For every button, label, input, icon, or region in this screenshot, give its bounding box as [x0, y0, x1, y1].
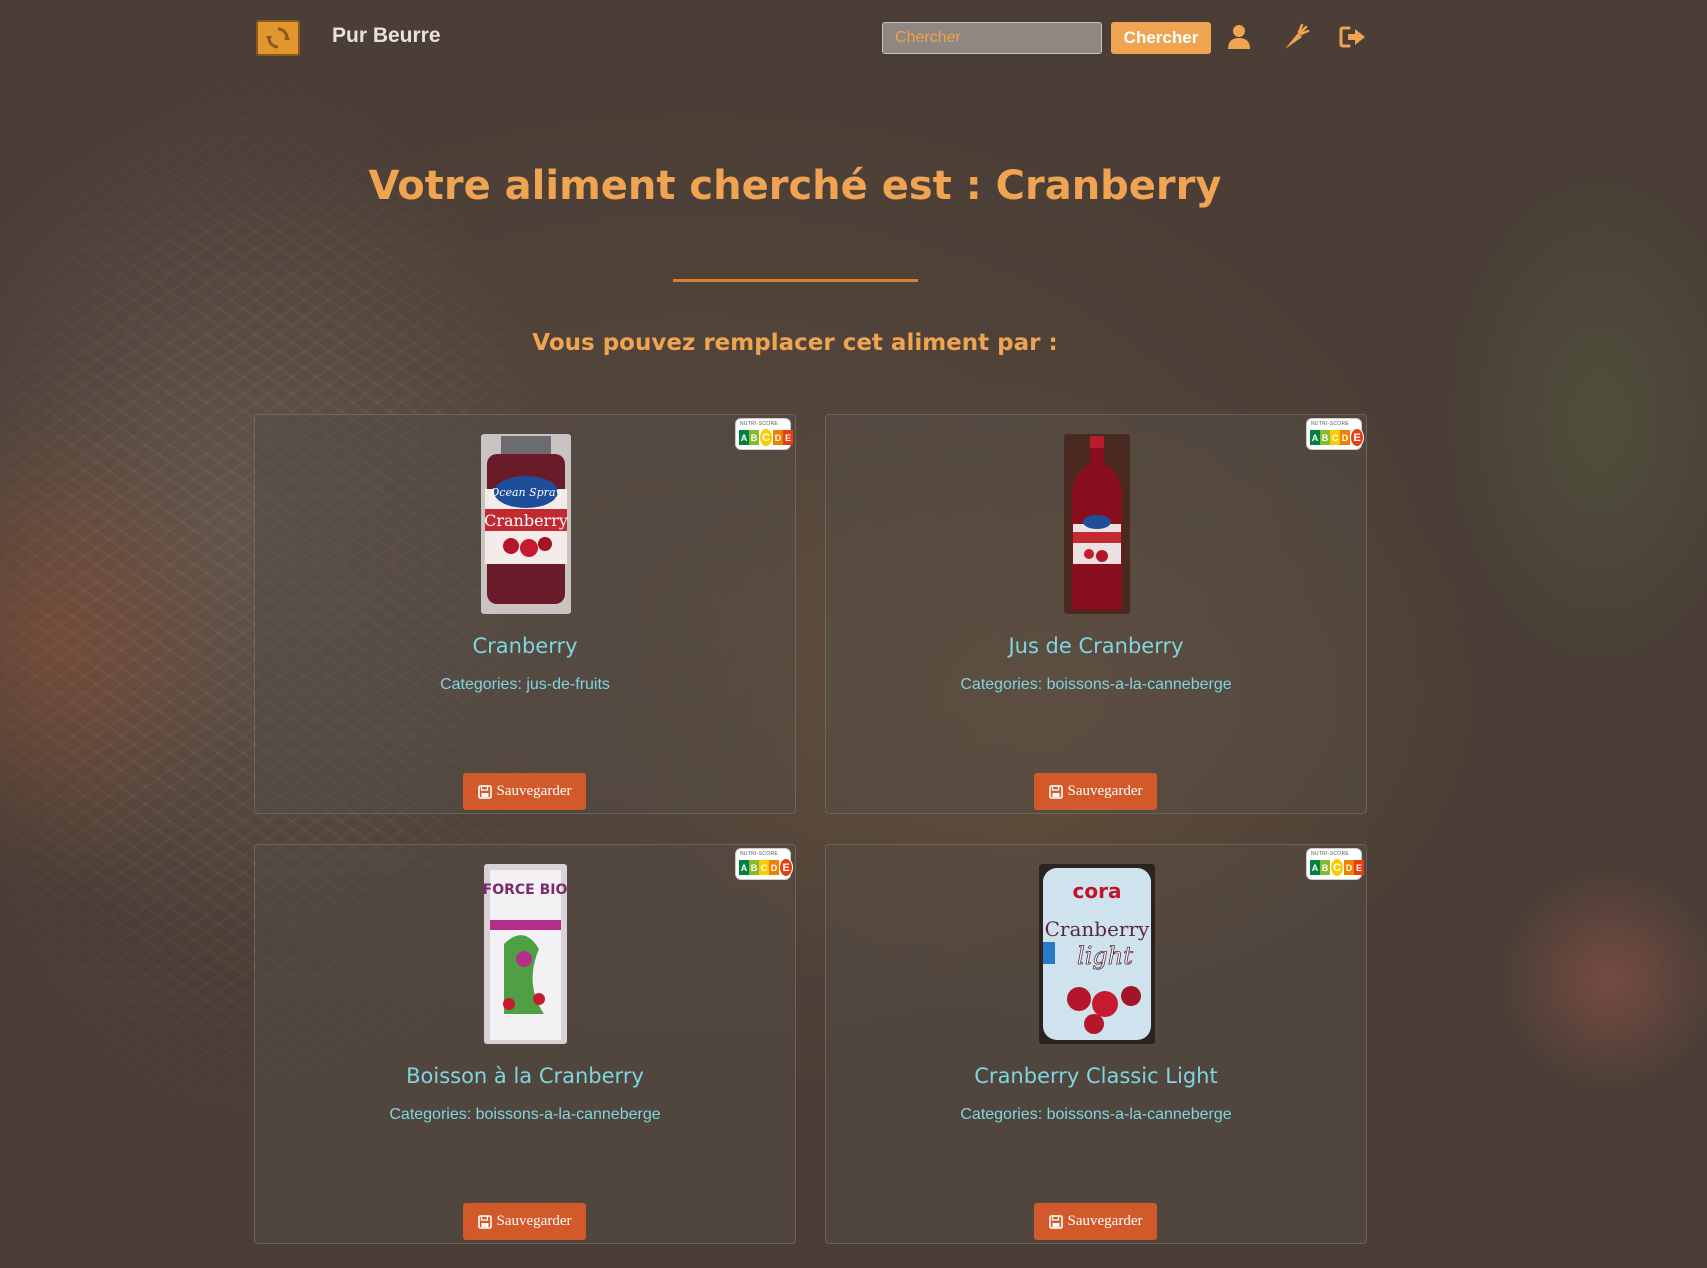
save-icon [477, 1214, 492, 1229]
user-icon[interactable] [1224, 22, 1254, 52]
navbar: Pur Beurre Chercher [0, 0, 1707, 78]
nutriscore-grades: A B C D E [739, 858, 793, 877]
label-text-cora: cora [1073, 879, 1122, 903]
label-text-force-bio: FORCE BIO [484, 882, 567, 898]
nutriscore-label: NUTRI-SCORE [1311, 851, 1350, 857]
nutriscore-badge: NUTRI-SCORE A B C D E [735, 418, 793, 450]
logout-icon[interactable] [1338, 22, 1368, 52]
product-image: Ocean Spray Cranberry [481, 434, 571, 614]
grade-a: A [1310, 430, 1320, 445]
grade-d: D [1344, 860, 1354, 875]
grade-d: D [773, 430, 783, 445]
page-subtitle: Vous pouvez remplacer cet aliment par : [532, 330, 1058, 356]
product-image: FORCE BIO [484, 864, 567, 1044]
nutriscore-grades: A B C D E [739, 428, 793, 447]
grade-a: A [1310, 860, 1320, 875]
nutriscore-grades: A B C D E [1310, 858, 1364, 877]
product-categories: Categories: jus-de-fruits [440, 676, 610, 693]
product-image [1064, 434, 1130, 614]
save-button-label: Sauvegarder [496, 1213, 572, 1229]
nutriscore-label: NUTRI-SCORE [740, 851, 779, 857]
grade-b: B [1320, 430, 1330, 445]
grade-c: C [1330, 430, 1340, 445]
page-title: Votre aliment cherché est : Cranberry [368, 163, 1222, 209]
brand-name[interactable]: Pur Beurre [332, 24, 441, 48]
save-button[interactable]: Sauvegarder [463, 1203, 586, 1240]
label-text-ocean-spray: Ocean Spray [490, 486, 562, 499]
grade-c: C [759, 428, 773, 447]
save-icon [477, 784, 492, 799]
nutriscore-badge: NUTRI-SCORE A B C D E [1306, 418, 1364, 450]
grade-a: A [739, 860, 749, 875]
grade-d: D [769, 860, 779, 875]
search-input[interactable] [882, 22, 1102, 54]
grade-a: A [739, 430, 749, 445]
label-text-light: light [1077, 942, 1133, 970]
product-name[interactable]: Cranberry Classic Light [826, 1064, 1366, 1088]
carrot-icon[interactable] [1281, 22, 1311, 52]
product-name[interactable]: Jus de Cranberry [826, 634, 1366, 658]
nutriscore-badge: NUTRI-SCORE A B C D E [1306, 848, 1364, 880]
grade-d: D [1340, 430, 1350, 445]
save-icon [1048, 784, 1063, 799]
product-card: NUTRI-SCORE A B C D E cora Cranberry lig… [825, 844, 1367, 1244]
product-categories: Categories: boissons-a-la-canneberge [960, 1106, 1232, 1123]
label-text-cranberry: Cranberry [484, 511, 568, 530]
product-name[interactable]: Boisson à la Cranberry [255, 1064, 795, 1088]
nutriscore-label: NUTRI-SCORE [1311, 421, 1350, 427]
logo-icon[interactable] [256, 20, 300, 56]
save-button[interactable]: Sauvegarder [463, 773, 586, 810]
title-divider [673, 279, 918, 282]
grade-b: B [749, 860, 759, 875]
grade-b: B [749, 430, 759, 445]
grade-e: E [783, 430, 793, 445]
grade-c: C [759, 860, 769, 875]
product-card: NUTRI-SCORE A B C D E FORCE BIO Boisson … [254, 844, 796, 1244]
grade-e: E [1350, 428, 1364, 447]
save-button-label: Sauvegarder [1067, 1213, 1143, 1229]
save-icon [1048, 1214, 1063, 1229]
save-button[interactable]: Sauvegarder [1034, 1203, 1157, 1240]
product-categories: Categories: boissons-a-la-canneberge [960, 676, 1232, 693]
nutriscore-grades: A B C D E [1310, 428, 1364, 447]
save-button-label: Sauvegarder [496, 783, 572, 799]
product-card: NUTRI-SCORE A B C D E Ocean Spray Cranbe… [254, 414, 796, 814]
product-categories: Categories: boissons-a-la-canneberge [389, 1106, 661, 1123]
save-button-label: Sauvegarder [1067, 783, 1143, 799]
nutriscore-badge: NUTRI-SCORE A B C D E [735, 848, 793, 880]
product-card: NUTRI-SCORE A B C D E Jus de Cranberry C… [825, 414, 1367, 814]
product-image: cora Cranberry light [1039, 864, 1155, 1044]
product-name[interactable]: Cranberry [255, 634, 795, 658]
save-button[interactable]: Sauvegarder [1034, 773, 1157, 810]
grade-e: E [1354, 860, 1364, 875]
grade-c: C [1330, 858, 1344, 877]
grade-b: B [1320, 860, 1330, 875]
search-button[interactable]: Chercher [1111, 22, 1211, 54]
nutriscore-label: NUTRI-SCORE [740, 421, 779, 427]
grade-e: E [779, 858, 793, 877]
label-text-cranberry: Cranberry [1045, 917, 1150, 941]
